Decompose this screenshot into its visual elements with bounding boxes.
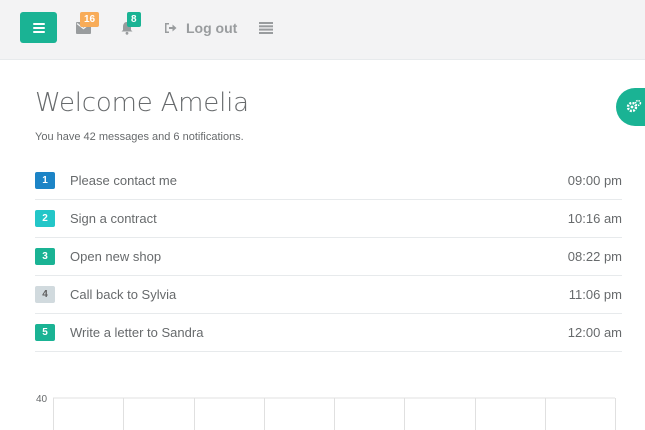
top-navbar: 16 8 Log out xyxy=(0,0,645,60)
item-label: Sign a contract xyxy=(70,211,157,226)
list-item[interactable]: 3 Open new shop 08:22 pm xyxy=(35,238,622,276)
cogs-icon xyxy=(626,99,642,113)
sidebar-toggle-button[interactable] xyxy=(20,12,57,43)
hamburger-icon xyxy=(32,22,45,33)
page-subtitle: You have 42 messages and 6 notifications… xyxy=(35,131,244,143)
notifications-count-badge: 8 xyxy=(127,12,141,27)
list-item[interactable]: 4 Call back to Sylvia 11:06 pm xyxy=(35,276,622,314)
item-time: 10:16 am xyxy=(567,211,622,226)
task-list: 1 Please contact me 09:00 pm 2 Sign a co… xyxy=(35,162,622,352)
logout-label: Log out xyxy=(186,20,238,36)
activity-chart: 40 xyxy=(30,390,620,430)
item-number-badge: 5 xyxy=(35,324,55,341)
item-time: 08:22 pm xyxy=(567,249,622,264)
item-label: Call back to Sylvia xyxy=(70,287,177,302)
item-label: Please contact me xyxy=(70,173,177,188)
list-item[interactable]: 1 Please contact me 09:00 pm xyxy=(35,162,622,200)
list-item[interactable]: 5 Write a letter to Sandra 12:00 am xyxy=(35,314,622,352)
item-number-badge: 1 xyxy=(35,172,55,189)
messages-count-badge: 16 xyxy=(80,12,100,27)
item-label: Write a letter to Sandra xyxy=(70,325,204,340)
item-time: 11:06 pm xyxy=(568,287,622,302)
item-number-badge: 4 xyxy=(35,286,55,303)
item-number-badge: 3 xyxy=(35,248,55,265)
logout-link[interactable]: Log out xyxy=(164,20,237,36)
item-number-badge: 2 xyxy=(35,210,55,227)
sign-out-icon xyxy=(165,23,177,33)
page-title: Welcome Amelia xyxy=(35,88,249,118)
chart-grid xyxy=(53,397,616,430)
list-item[interactable]: 2 Sign a contract 10:16 am xyxy=(35,200,622,238)
item-time: 12:00 am xyxy=(567,325,622,340)
theme-settings-tab[interactable] xyxy=(616,88,645,126)
item-label: Open new shop xyxy=(70,249,162,264)
item-time: 09:00 pm xyxy=(567,173,622,188)
list-icon[interactable] xyxy=(259,22,273,34)
